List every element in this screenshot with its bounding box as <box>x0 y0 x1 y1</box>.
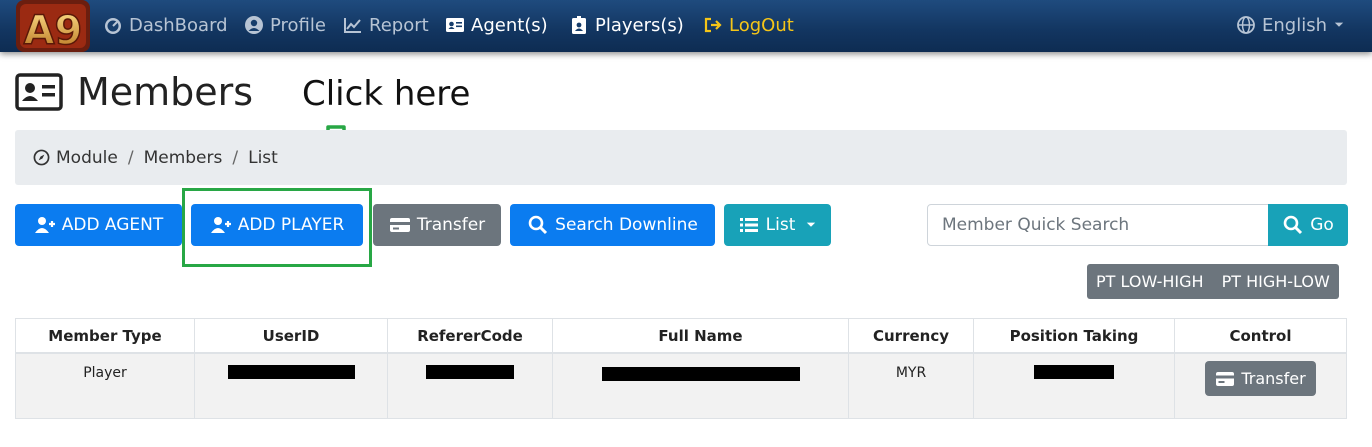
nav-agents-label: Agent(s) <box>471 14 548 36</box>
member-quick-search-input[interactable] <box>927 204 1269 246</box>
caret-down-icon <box>1334 22 1344 27</box>
language-label: English <box>1262 14 1327 36</box>
nav-report[interactable]: Report <box>343 13 429 37</box>
column-header-currency[interactable]: Currency <box>848 318 974 354</box>
column-header-userid[interactable]: UserID <box>194 318 388 354</box>
cell-referercode <box>387 352 553 419</box>
redacted-referercode <box>426 365 514 379</box>
nav-agents[interactable]: Agent(s) <box>445 13 548 37</box>
column-header-full-name[interactable]: Full Name <box>552 318 849 354</box>
caret-down-icon <box>807 222 816 227</box>
redacted-position-taking <box>1034 365 1114 379</box>
breadcrumb-members[interactable]: Members <box>144 148 223 168</box>
id-card-icon <box>15 73 63 111</box>
cell-currency: MYR <box>848 352 974 419</box>
redacted-userid <box>227 365 355 379</box>
top-navbar: A9 DashBoard Profile Report Agent(s) Pla… <box>0 0 1372 55</box>
cell-member-type: Player <box>15 352 195 419</box>
add-agent-button[interactable]: ADD AGENT <box>15 204 182 246</box>
table-row: Player MYR Transfer <box>15 352 1347 419</box>
svg-text:A9: A9 <box>24 8 83 54</box>
page-header: Members <box>15 70 253 114</box>
search-icon <box>1283 215 1303 235</box>
list-icon <box>739 218 758 232</box>
breadcrumb: Module / Members / List <box>15 130 1347 185</box>
column-header-control: Control <box>1174 318 1347 354</box>
list-dropdown-button[interactable]: List <box>724 204 831 246</box>
language-dropdown[interactable]: English <box>1236 13 1345 37</box>
search-downline-label: Search Downline <box>555 215 698 235</box>
nav-players-label: Players(s) <box>595 14 684 36</box>
credit-card-icon <box>389 218 410 232</box>
go-label: Go <box>1310 215 1334 235</box>
nav-logout[interactable]: LogOut <box>703 13 794 37</box>
column-header-referercode[interactable]: RefererCode <box>387 318 553 354</box>
cell-userid <box>194 352 388 419</box>
sign-out-icon <box>704 17 722 33</box>
nav-report-label: Report <box>369 14 429 36</box>
globe-icon <box>1237 16 1255 34</box>
row-transfer-button[interactable]: Transfer <box>1205 361 1316 396</box>
breadcrumb-list: List <box>248 147 278 168</box>
redacted-full-name <box>601 367 800 381</box>
credit-card-icon <box>1216 371 1235 386</box>
cell-control: Transfer <box>1174 352 1347 419</box>
row-transfer-label: Transfer <box>1241 369 1306 388</box>
cell-full-name <box>552 352 849 419</box>
currency-value: MYR <box>895 365 927 381</box>
column-header-position-taking[interactable]: Position Taking <box>973 318 1175 354</box>
page-title: Members <box>77 70 254 114</box>
breadcrumb-separator: / <box>232 147 239 168</box>
member-type-value: Player <box>83 365 127 381</box>
nav-players[interactable]: Players(s) <box>569 13 684 37</box>
user-plus-icon <box>34 217 55 233</box>
nav-profile-label: Profile <box>270 14 326 36</box>
members-table: Member Type UserID RefererCode Full Name… <box>15 318 1347 419</box>
column-header-member-type[interactable]: Member Type <box>15 318 195 354</box>
cell-position-taking <box>973 352 1175 419</box>
transfer-label: Transfer <box>416 215 486 235</box>
pt-low-high-button[interactable]: PT LOW-HIGH <box>1087 264 1213 299</box>
nav-dashboard-label: DashBoard <box>129 14 228 36</box>
nav-dashboard[interactable]: DashBoard <box>103 13 228 37</box>
nav-logout-label: LogOut <box>729 14 794 36</box>
click-here-annotation: Click here <box>302 74 471 114</box>
search-icon <box>528 215 548 235</box>
search-downline-button[interactable]: Search Downline <box>510 204 715 246</box>
nav-profile[interactable]: Profile <box>244 13 326 37</box>
id-card-icon <box>446 18 464 32</box>
dashboard-icon <box>105 18 121 34</box>
list-label: List <box>765 215 796 235</box>
pt-sort-group: PT LOW-HIGH PT HIGH-LOW <box>1087 264 1339 299</box>
a9-logo[interactable]: A9 <box>14 0 92 56</box>
add-player-highlight <box>182 188 372 267</box>
pt-high-low-button[interactable]: PT HIGH-LOW <box>1213 264 1339 299</box>
breadcrumb-separator: / <box>127 147 134 168</box>
chart-line-icon <box>344 18 361 33</box>
go-button[interactable]: Go <box>1268 204 1348 246</box>
compass-icon <box>33 149 50 166</box>
user-circle-icon <box>245 16 263 34</box>
table-header-row: Member Type UserID RefererCode Full Name… <box>15 318 1347 354</box>
add-agent-label: ADD AGENT <box>61 215 164 235</box>
transfer-button[interactable]: Transfer <box>373 204 501 246</box>
breadcrumb-module[interactable]: Module <box>56 148 118 168</box>
id-badge-icon <box>572 16 586 34</box>
